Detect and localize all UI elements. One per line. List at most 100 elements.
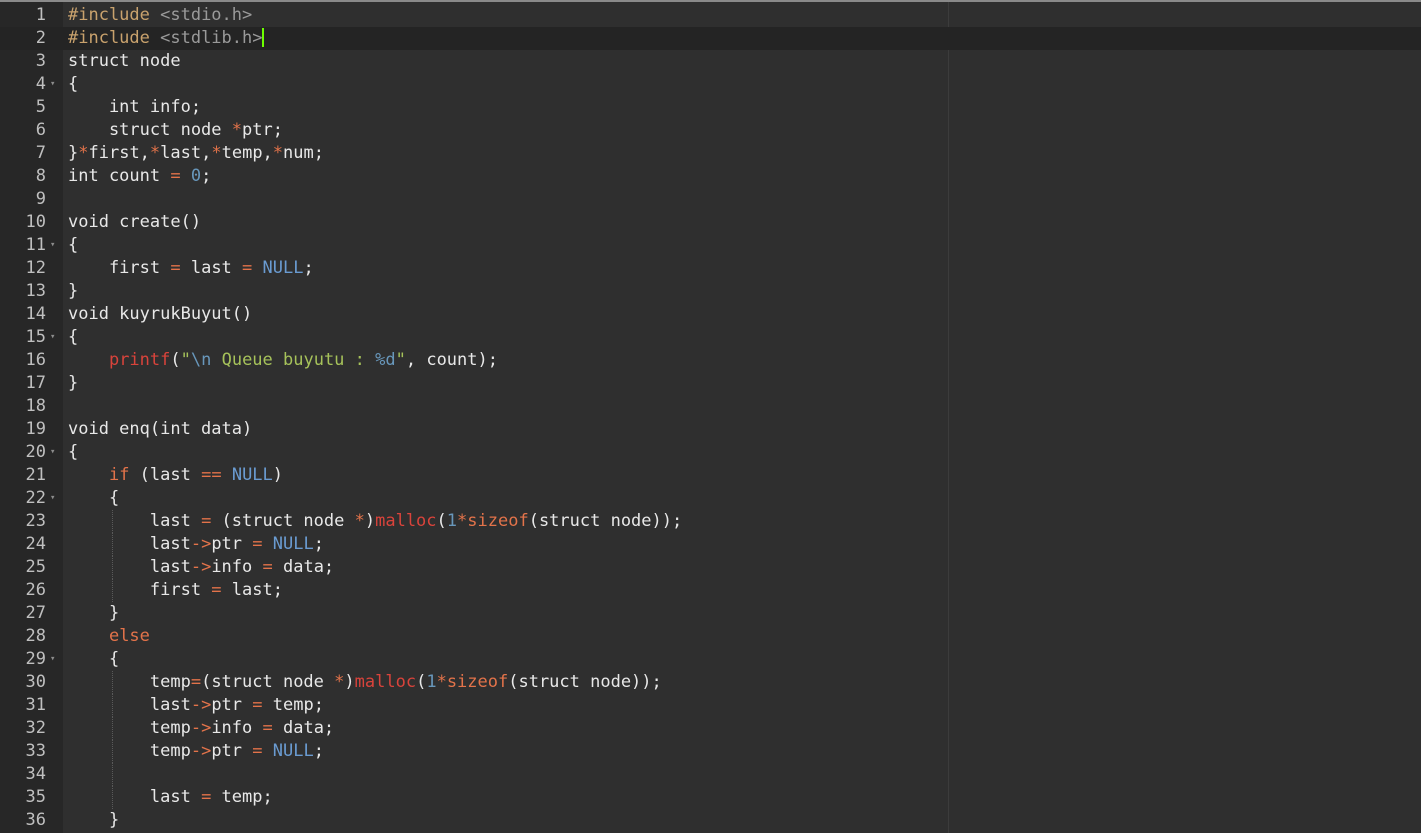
code-text[interactable]: if (last == NULL) (68, 464, 283, 487)
code-text[interactable]: printf("\n Queue buyutu : %d", count); (68, 349, 498, 372)
code-token: int count (68, 166, 171, 186)
code-token: last, (160, 143, 212, 163)
code-token: * (78, 143, 89, 163)
code-token: void enq(int data) (68, 419, 253, 439)
code-line[interactable]: 36 } (0, 809, 1421, 832)
code-line[interactable]: 24 last->ptr = NULL; (0, 533, 1421, 556)
code-token: first (68, 258, 171, 278)
code-line[interactable]: 35 last = temp; (0, 786, 1421, 809)
fold-toggle-icon[interactable]: ▾ (50, 73, 60, 96)
code-text[interactable]: else (68, 625, 150, 648)
code-text[interactable]: int count = 0; (68, 165, 211, 188)
code-text[interactable]: void kuyrukBuyut() (68, 303, 252, 326)
fold-toggle-icon[interactable]: ▾ (50, 487, 60, 510)
code-line[interactable]: 6 struct node *ptr; (0, 119, 1421, 142)
code-line[interactable]: 32 temp->info = data; (0, 717, 1421, 740)
code-text[interactable]: temp->info = data; (68, 717, 334, 740)
code-text[interactable]: } (68, 280, 78, 303)
code-line[interactable]: 1 #include <stdio.h> (0, 4, 1421, 27)
line-number: 6 (35, 120, 46, 140)
code-line[interactable]: 30 temp=(struct node *)malloc(1*sizeof(s… (0, 671, 1421, 694)
code-line[interactable]: 18 (0, 395, 1421, 418)
code-line[interactable]: 16 printf("\n Queue buyutu : %d", count)… (0, 349, 1421, 372)
code-line[interactable]: 23 last = (struct node *)malloc(1*sizeof… (0, 510, 1421, 533)
code-line[interactable]: 19 void enq(int data) (0, 418, 1421, 441)
code-token: temp, (221, 143, 273, 163)
code-line[interactable]: 28 else (0, 625, 1421, 648)
code-text[interactable]: void enq(int data) (68, 418, 252, 441)
code-token: -> (190, 695, 212, 715)
code-text[interactable]: last->ptr = NULL; (68, 533, 324, 556)
code-token: first, (88, 143, 150, 163)
code-token: } (68, 143, 79, 163)
fold-toggle-icon[interactable]: ▾ (50, 326, 60, 349)
code-line[interactable]: 27 } (0, 602, 1421, 625)
code-text[interactable]: } (68, 602, 119, 625)
code-text[interactable]: struct node *ptr; (68, 119, 283, 142)
code-text[interactable]: { (68, 73, 78, 96)
code-text[interactable]: }*first,*last,*temp,*num; (68, 142, 324, 165)
code-token: } (68, 373, 79, 393)
code-line[interactable]: 15 ▾ { (0, 326, 1421, 349)
code-line[interactable]: 3 struct node (0, 50, 1421, 73)
code-line[interactable]: 26 first = last; (0, 579, 1421, 602)
code-token: temp; (211, 787, 273, 807)
code-text[interactable]: void create() (68, 211, 201, 234)
code-token: temp; (262, 695, 324, 715)
code-token: ; (303, 258, 314, 278)
code-line[interactable]: 21 if (last == NULL) (0, 464, 1421, 487)
code-line[interactable]: 31 last->ptr = temp; (0, 694, 1421, 717)
code-text[interactable]: #include <stdlib.h> (68, 27, 265, 50)
code-line[interactable]: 4 ▾ { (0, 73, 1421, 96)
code-line[interactable]: 12 first = last = NULL; (0, 257, 1421, 280)
code-text[interactable]: first = last = NULL; (68, 257, 314, 280)
code-line[interactable]: 8 int count = 0; (0, 165, 1421, 188)
code-text[interactable]: temp->ptr = NULL; (68, 740, 324, 763)
code-line[interactable]: 25 last->info = data; (0, 556, 1421, 579)
code-text[interactable]: { (68, 234, 78, 257)
code-text[interactable]: last = temp; (68, 786, 273, 809)
code-line[interactable]: 29 ▾ { (0, 648, 1421, 671)
code-text[interactable]: { (68, 648, 119, 671)
code-line[interactable]: 34 (0, 763, 1421, 786)
line-number: 1 (35, 5, 46, 25)
code-text[interactable]: int info; (68, 96, 201, 119)
code-text[interactable]: struct node (68, 50, 181, 73)
code-text[interactable]: temp=(struct node *)malloc(1*sizeof(stru… (68, 671, 662, 694)
code-line[interactable]: 13} (0, 280, 1421, 303)
code-line[interactable]: 9 (0, 188, 1421, 211)
code-line[interactable]: 5 int info; (0, 96, 1421, 119)
code-line[interactable]: 11 ▾ { (0, 234, 1421, 257)
code-line[interactable]: 7}*first,*last,*temp,*num; (0, 142, 1421, 165)
code-text[interactable]: last->info = data; (68, 556, 334, 579)
code-editor[interactable]: 1 #include <stdio.h> 2 #include <stdlib.h> 3… (0, 0, 1421, 833)
code-text[interactable]: { (68, 326, 78, 349)
code-line[interactable]: 20 ▾ { (0, 441, 1421, 464)
code-text[interactable]: #include <stdio.h> (68, 4, 252, 27)
fold-toggle-icon[interactable]: ▾ (50, 441, 60, 464)
code-text[interactable]: } (68, 372, 78, 395)
fold-toggle-icon[interactable]: ▾ (50, 234, 60, 257)
code-text[interactable]: { (68, 487, 119, 510)
code-token: %d (375, 350, 396, 370)
code-lines[interactable]: 1 #include <stdio.h> 2 #include <stdlib.h> 3… (0, 4, 1421, 832)
fold-toggle-icon[interactable]: ▾ (50, 648, 60, 671)
code-line[interactable]: 14 void kuyrukBuyut() (0, 303, 1421, 326)
code-text[interactable]: { (68, 441, 78, 464)
code-line[interactable]: 10 void create() (0, 211, 1421, 234)
code-token: = (201, 511, 212, 531)
code-line[interactable]: 22 ▾ { (0, 487, 1421, 510)
code-text[interactable]: first = last; (68, 579, 283, 602)
code-text[interactable]: last = (struct node *)malloc(1*sizeof(st… (68, 510, 682, 533)
code-text[interactable]: last->ptr = temp; (68, 694, 324, 717)
code-token: Queue buyutu : (211, 350, 376, 370)
code-token: malloc (375, 511, 437, 531)
line-number: 22 (25, 488, 46, 508)
line-number: 36 (25, 810, 46, 830)
code-text[interactable]: } (68, 809, 119, 832)
code-line[interactable]: 33 temp->ptr = NULL; (0, 740, 1421, 763)
code-line[interactable]: 17} (0, 372, 1421, 395)
code-line[interactable]: 2 #include <stdlib.h> (0, 27, 1421, 50)
